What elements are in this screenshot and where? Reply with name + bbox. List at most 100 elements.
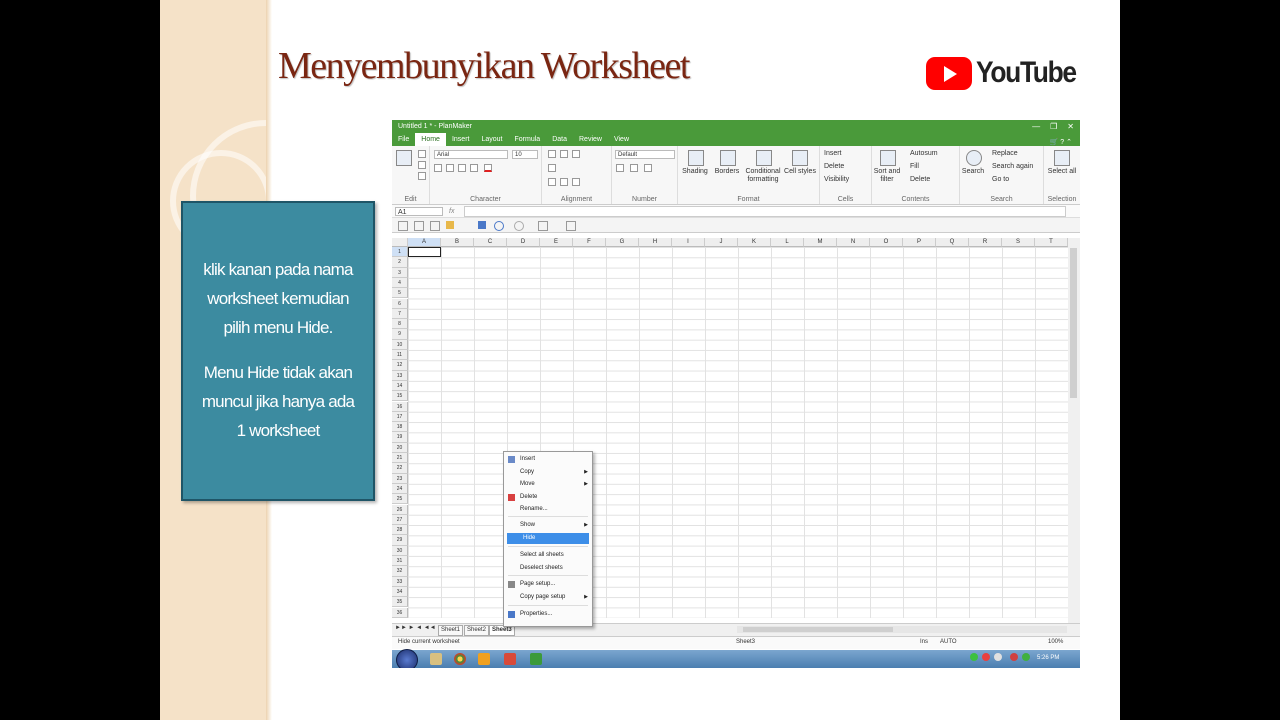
selected-cell[interactable]	[408, 247, 441, 257]
decimal-increase-icon[interactable]	[644, 164, 652, 172]
borders-button[interactable]: Borders	[710, 168, 744, 176]
row-header[interactable]: 26	[392, 504, 408, 515]
tray-icon[interactable]	[994, 653, 1002, 661]
row-header[interactable]: 24	[392, 483, 408, 495]
row-header[interactable]: 16	[392, 401, 408, 412]
column-header[interactable]: S	[1002, 238, 1035, 247]
wrap-icon[interactable]	[548, 164, 556, 172]
row-header[interactable]: 27	[392, 514, 408, 526]
column-header[interactable]: R	[969, 238, 1002, 247]
copy-icon[interactable]	[418, 161, 426, 169]
row-header[interactable]: 32	[392, 566, 408, 577]
row-header[interactable]: 13	[392, 370, 408, 381]
align-left-icon[interactable]	[548, 178, 556, 186]
currency-icon[interactable]	[630, 164, 638, 172]
row-header[interactable]: 31	[392, 556, 408, 567]
tray-icon[interactable]	[1010, 653, 1018, 661]
delete-cells-button[interactable]: Delete	[824, 163, 844, 171]
row-header[interactable]: 7	[392, 308, 408, 320]
column-header[interactable]: M	[804, 238, 837, 247]
vertical-scroll-thumb[interactable]	[1070, 248, 1077, 398]
column-header[interactable]: D	[507, 238, 540, 247]
format-painter-icon[interactable]	[418, 172, 426, 180]
row-header[interactable]: 18	[392, 422, 408, 433]
column-header[interactable]: L	[771, 238, 804, 247]
row-header[interactable]: 8	[392, 319, 408, 330]
save-icon[interactable]	[478, 221, 486, 229]
borders-icon[interactable]	[720, 150, 736, 166]
row-header[interactable]: 34	[392, 586, 408, 598]
underline-icon[interactable]	[458, 164, 466, 172]
cell-styles-button[interactable]: Cell styles	[784, 168, 816, 176]
cut-icon[interactable]	[418, 150, 426, 158]
search-button[interactable]: Search	[960, 168, 986, 176]
row-header[interactable]: 36	[392, 607, 408, 618]
horizontal-scrollbar[interactable]	[737, 626, 1067, 633]
context-menu-item[interactable]: Deselect sheets	[504, 563, 592, 574]
restore-icon[interactable]: ❐	[1050, 122, 1057, 131]
align-middle-icon[interactable]	[560, 150, 568, 158]
align-center-icon[interactable]	[560, 178, 568, 186]
autosum-button[interactable]: Autosum	[910, 150, 938, 158]
row-header[interactable]: 22	[392, 463, 408, 474]
row-header[interactable]: 29	[392, 535, 408, 546]
replace-button[interactable]: Replace	[992, 150, 1018, 158]
redo-icon[interactable]	[514, 221, 524, 231]
go-to-button[interactable]: Go to	[992, 176, 1009, 184]
context-menu-item[interactable]: Move ▶	[504, 479, 592, 490]
align-right-icon[interactable]	[572, 178, 580, 186]
cell-styles-icon[interactable]	[792, 150, 808, 166]
align-top-icon[interactable]	[548, 150, 556, 158]
select-all-button[interactable]: Select all	[1046, 168, 1078, 176]
column-header[interactable]: F	[573, 238, 606, 247]
menu-icon[interactable]	[398, 221, 408, 231]
sheet-nav-arrows[interactable]: ►► ► ◄ ◄◄	[395, 625, 436, 631]
tray-icon[interactable]	[982, 653, 990, 661]
context-menu-item[interactable]: Copy page setup ▶	[504, 592, 592, 603]
row-header[interactable]: 10	[392, 339, 408, 350]
zoom-level[interactable]: 100%	[1048, 639, 1063, 645]
sort-filter-icon[interactable]	[880, 150, 896, 166]
strikethrough-icon[interactable]	[470, 164, 478, 172]
font-name-select[interactable]: Arial	[434, 150, 508, 159]
align-bottom-icon[interactable]	[572, 150, 580, 158]
column-header[interactable]: N	[837, 238, 870, 247]
row-header[interactable]: 30	[392, 545, 408, 556]
tab-home[interactable]: Home	[415, 133, 446, 146]
insert-cells-button[interactable]: Insert	[824, 150, 842, 158]
shading-icon[interactable]	[688, 150, 704, 166]
column-header[interactable]: J	[705, 238, 738, 247]
spreadsheet-grid[interactable]: A B C D E F G H I J K L M N O P Q R S T 1 2 3 4 5 6 7 8 9 10 11 12 13 14 1…	[392, 238, 1068, 618]
column-header[interactable]: P	[903, 238, 936, 247]
row-header[interactable]: 6	[392, 298, 408, 309]
column-header[interactable]: G	[606, 238, 639, 247]
start-button[interactable]	[396, 649, 418, 668]
search-again-button[interactable]: Search again	[992, 163, 1033, 171]
delete-contents-button[interactable]: Delete	[910, 176, 930, 184]
sort-filter-button[interactable]: Sort and filter	[872, 168, 902, 184]
percent-icon[interactable]	[616, 164, 624, 172]
font-size-select[interactable]: 10	[512, 150, 538, 159]
undo-icon[interactable]	[494, 221, 504, 231]
context-menu-item[interactable]: Properties...	[504, 609, 592, 620]
function-icon[interactable]: fx	[449, 208, 454, 215]
row-header[interactable]: 5	[392, 288, 408, 299]
tab-view[interactable]: View	[608, 133, 635, 146]
bold-icon[interactable]	[434, 164, 442, 172]
row-header[interactable]: 9	[392, 329, 408, 340]
row-header[interactable]: 14	[392, 380, 408, 392]
context-menu-item[interactable]: Show ▶	[504, 520, 592, 531]
minimize-icon[interactable]: —	[1032, 122, 1040, 131]
row-header[interactable]: 35	[392, 597, 408, 608]
column-header[interactable]: Q	[936, 238, 969, 247]
column-header[interactable]: T	[1035, 238, 1068, 247]
column-header[interactable]: H	[639, 238, 672, 247]
close-icon[interactable]: ✕	[1067, 122, 1074, 131]
tab-formula[interactable]: Formula	[509, 133, 547, 146]
row-header[interactable]: 25	[392, 494, 408, 505]
context-menu-item[interactable]: Select all sheets	[504, 550, 592, 561]
help-icon[interactable]: 🛒 ? ⌃	[1050, 138, 1080, 146]
row-header[interactable]: 11	[392, 350, 408, 361]
row-header[interactable]: 2	[392, 257, 408, 268]
vertical-scrollbar[interactable]	[1068, 238, 1080, 624]
